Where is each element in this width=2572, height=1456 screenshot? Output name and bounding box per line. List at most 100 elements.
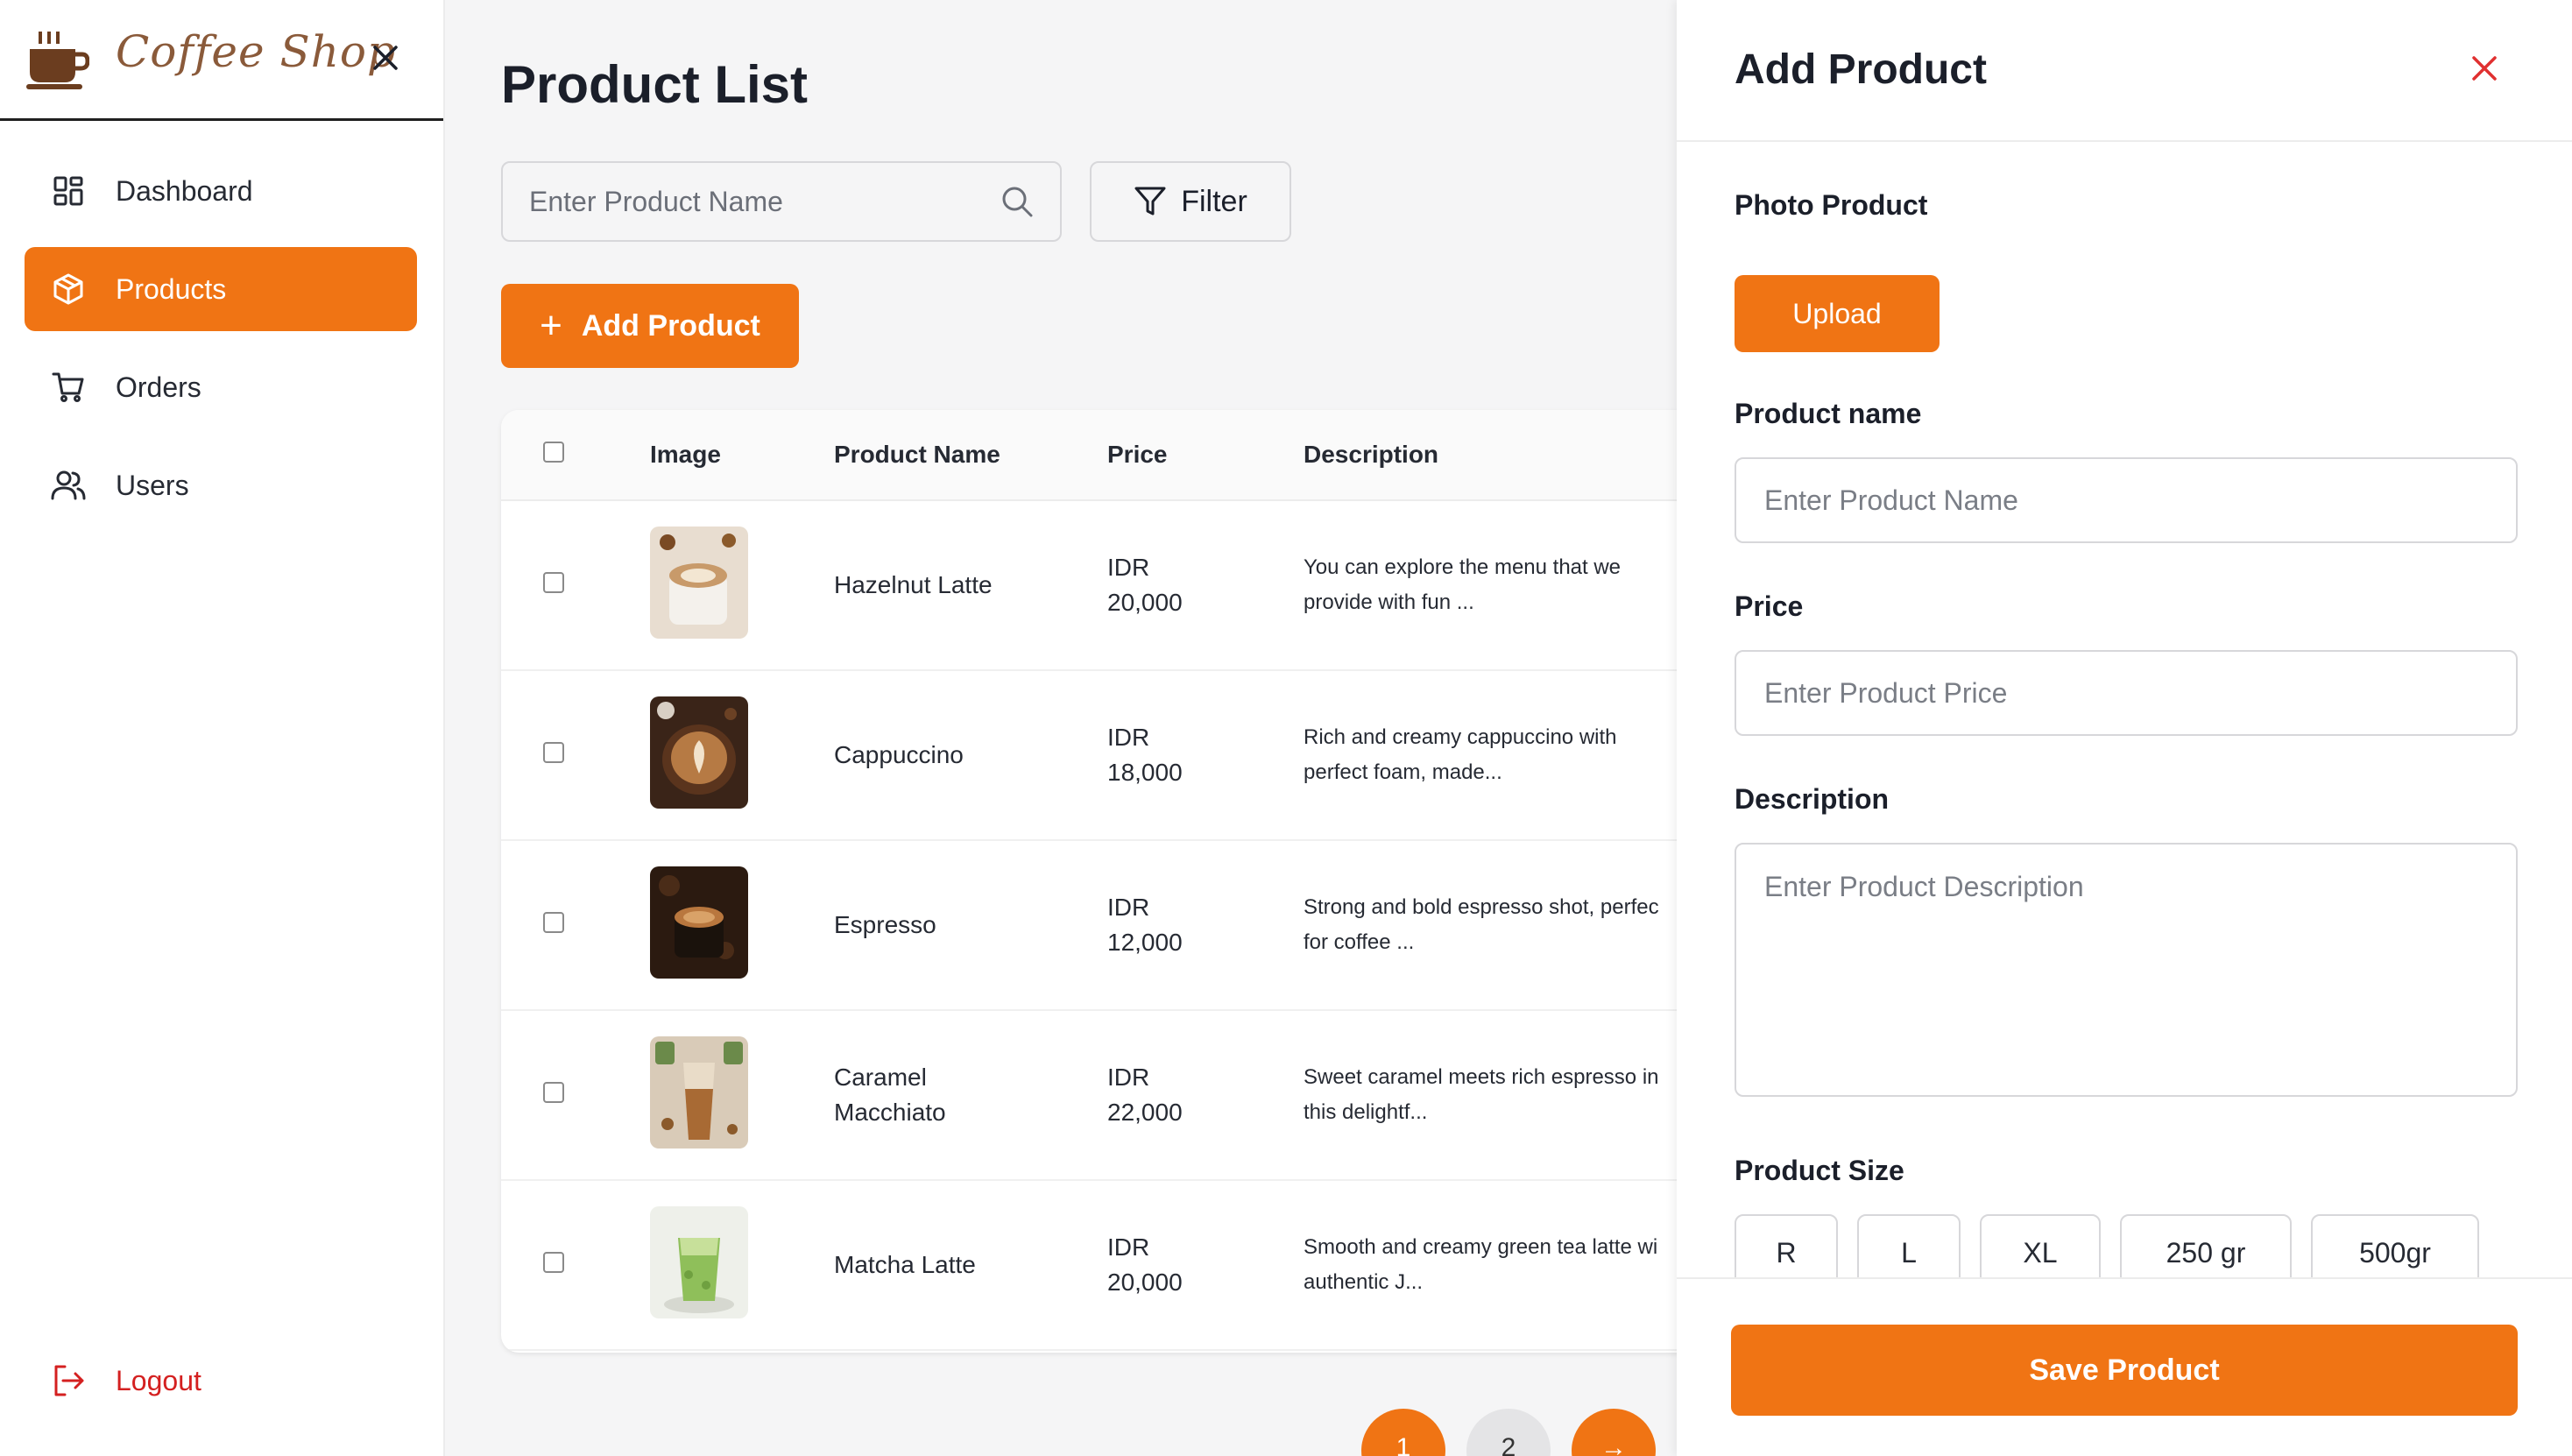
table-header: Image Product Name Price Description xyxy=(501,410,1745,501)
sidebar-item-label: Users xyxy=(116,469,189,501)
page-1-button[interactable]: 1 xyxy=(1361,1409,1445,1456)
price-label: Price xyxy=(1735,590,1804,622)
add-product-button[interactable]: + Add Product xyxy=(501,284,799,368)
sidebar-item-users[interactable]: Users xyxy=(25,443,417,527)
product-name-field[interactable] xyxy=(1735,457,2518,543)
price-currency: IDR xyxy=(1107,1064,1150,1091)
size-option-500gr[interactable]: 500gr xyxy=(2311,1214,2479,1277)
product-description: Strong and bold espresso shot, perfec fo… xyxy=(1304,890,1689,960)
next-page-button[interactable]: → xyxy=(1572,1409,1656,1456)
size-option-xl[interactable]: XL xyxy=(1980,1214,2101,1277)
coffee-cup-icon xyxy=(26,32,89,89)
column-header-description[interactable]: Description xyxy=(1304,437,1689,472)
table-row[interactable]: Cappuccino IDR 18,000 Rich and creamy ca… xyxy=(501,671,1745,841)
logout-button[interactable]: Logout xyxy=(51,1363,201,1398)
logout-label: Logout xyxy=(116,1364,201,1396)
price-value: 20,000 xyxy=(1107,589,1183,616)
product-name: Cappuccino xyxy=(834,741,964,768)
row-checkbox[interactable] xyxy=(543,572,564,593)
sidebar-item-products[interactable]: Products xyxy=(25,247,417,331)
column-header-price[interactable]: Price xyxy=(1107,437,1304,472)
description-line: authentic J... xyxy=(1304,1270,1424,1294)
add-product-drawer: Add Product Photo Product Upload Product… xyxy=(1677,0,2572,1456)
product-description: Sweet caramel meets rich espresso in thi… xyxy=(1304,1060,1689,1130)
drawer-header: Add Product xyxy=(1677,0,2572,142)
description-label: Description xyxy=(1735,783,1890,815)
sidebar-item-label: Dashboard xyxy=(116,174,253,207)
table-row[interactable]: Caramel Macchiato IDR 22,000 Sweet caram… xyxy=(501,1011,1745,1181)
filter-button[interactable]: Filter xyxy=(1090,161,1291,242)
select-all-checkbox[interactable] xyxy=(543,442,564,463)
price-value: 20,000 xyxy=(1107,1269,1183,1296)
description-line: Rich and creamy cappuccino with xyxy=(1304,725,1617,749)
sidebar-item-orders[interactable]: Orders xyxy=(25,345,417,429)
description-line: for coffee ... xyxy=(1304,930,1415,954)
product-image xyxy=(650,1205,748,1318)
price-currency: IDR xyxy=(1107,1233,1150,1261)
main-content: Product List Filter + Add Product Image … xyxy=(445,0,1745,1456)
description-line: perfect foam, made... xyxy=(1304,760,1502,784)
users-icon xyxy=(51,468,86,503)
table-row[interactable]: Espresso IDR 12,000 Strong and bold espr… xyxy=(501,841,1745,1011)
box-icon xyxy=(51,272,86,307)
product-search xyxy=(501,161,1062,242)
product-image xyxy=(650,696,748,809)
sidebar-item-dashboard[interactable]: Dashboard xyxy=(25,149,417,233)
brand-logo: Coffee Shop xyxy=(116,26,397,77)
row-checkbox[interactable] xyxy=(543,912,564,933)
product-table: Image Product Name Price Description Haz… xyxy=(501,410,1745,1353)
close-drawer-icon[interactable] xyxy=(2467,51,2502,86)
drawer-title: Add Product xyxy=(1735,46,1987,93)
row-checkbox[interactable] xyxy=(543,1252,564,1273)
product-name: Hazelnut Latte xyxy=(834,571,993,598)
product-name-line: Macchiato xyxy=(834,1099,946,1126)
product-name-label: Product name xyxy=(1735,398,1922,429)
sidebar-item-label: Products xyxy=(116,272,227,305)
drawer-footer: Save Product xyxy=(1677,1277,2572,1456)
size-option-r[interactable]: R xyxy=(1735,1214,1838,1277)
brand-header: Coffee Shop xyxy=(0,0,443,121)
product-image xyxy=(650,1035,748,1149)
price-currency: IDR xyxy=(1107,554,1150,581)
table-row[interactable]: Matcha Latte IDR 20,000 Smooth and cream… xyxy=(501,1181,1745,1351)
plus-icon: + xyxy=(540,304,562,347)
price-value: 12,000 xyxy=(1107,929,1183,956)
photo-label: Photo Product xyxy=(1735,189,1928,221)
price-currency: IDR xyxy=(1107,724,1150,751)
close-sidebar-icon[interactable] xyxy=(368,40,403,75)
table-row[interactable]: Hazelnut Latte IDR 20,000 You can explor… xyxy=(501,501,1745,671)
price-value: 18,000 xyxy=(1107,759,1183,786)
price-field[interactable] xyxy=(1735,650,2518,736)
cart-icon xyxy=(51,370,86,405)
size-option-l[interactable]: L xyxy=(1857,1214,1961,1277)
search-input[interactable] xyxy=(529,185,1000,218)
product-description: Rich and creamy cappuccino with perfect … xyxy=(1304,720,1689,790)
logout-icon xyxy=(54,1365,84,1396)
upload-button[interactable]: Upload xyxy=(1735,275,1940,352)
page-2-button[interactable]: 2 xyxy=(1466,1409,1551,1456)
row-checkbox[interactable] xyxy=(543,742,564,763)
dashboard-icon xyxy=(51,173,86,209)
product-description: You can explore the menu that we provide… xyxy=(1304,550,1689,620)
row-checkbox[interactable] xyxy=(543,1082,564,1103)
product-name-line: Caramel xyxy=(834,1064,927,1091)
description-line: provide with fun ... xyxy=(1304,590,1474,614)
size-options: R L XL 250 gr 500gr xyxy=(1735,1214,2498,1277)
pagination: 1 2 → xyxy=(1361,1409,1677,1456)
filter-label: Filter xyxy=(1181,184,1247,218)
sidebar: Coffee Shop Dashboard Products Orders Us… xyxy=(0,0,445,1456)
sidebar-nav: Dashboard Products Orders Users xyxy=(25,149,417,541)
price-value: 22,000 xyxy=(1107,1099,1183,1126)
search-icon[interactable] xyxy=(1000,185,1034,218)
product-price: IDR 18,000 xyxy=(1107,720,1304,790)
size-option-250gr[interactable]: 250 gr xyxy=(2120,1214,2292,1277)
save-product-button[interactable]: Save Product xyxy=(1731,1325,2518,1416)
column-header-image[interactable]: Image xyxy=(650,441,834,469)
product-image xyxy=(650,526,748,639)
description-line: You can explore the menu that we xyxy=(1304,555,1622,579)
product-price: IDR 20,000 xyxy=(1107,550,1304,620)
description-field[interactable] xyxy=(1735,843,2518,1097)
column-header-name[interactable]: Product Name xyxy=(834,437,1107,472)
description-line: Smooth and creamy green tea latte wi xyxy=(1304,1235,1658,1259)
sidebar-item-label: Orders xyxy=(116,371,201,403)
